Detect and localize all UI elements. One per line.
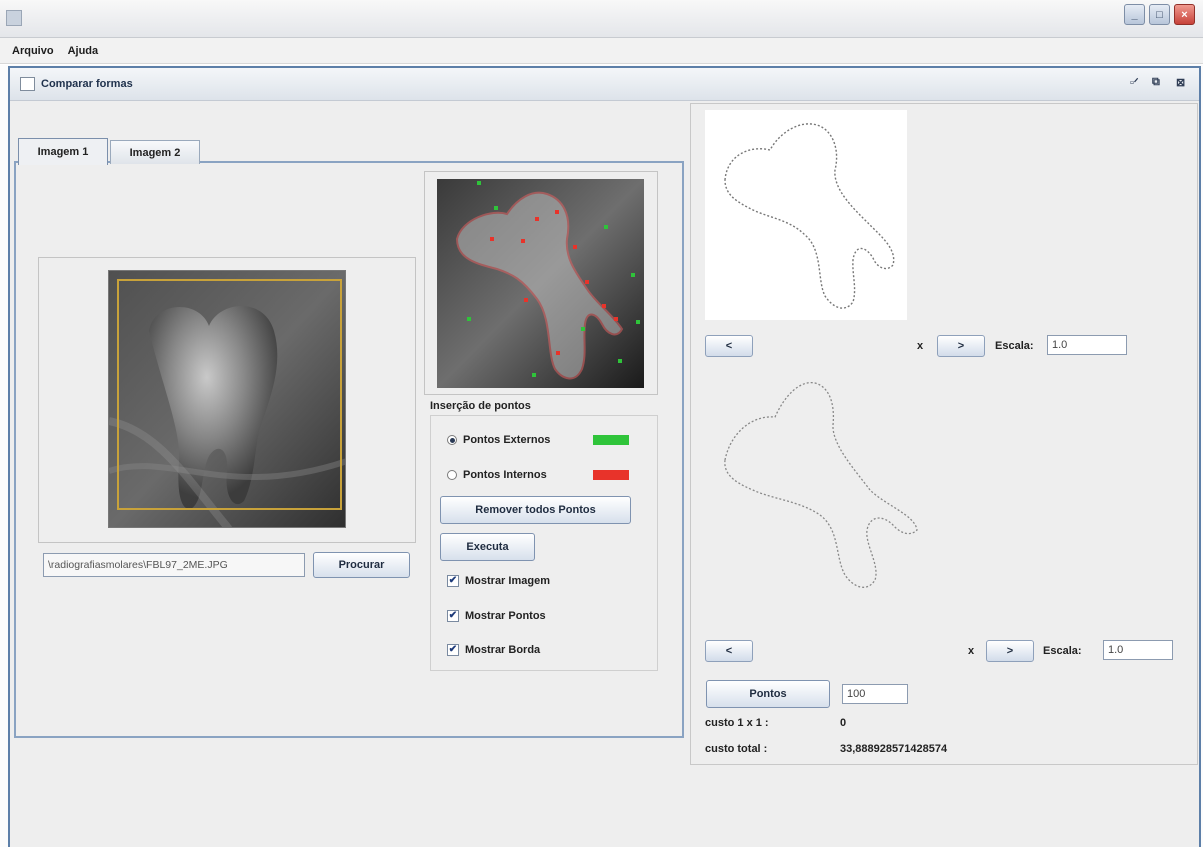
points-button[interactable]: Pontos <box>706 680 830 708</box>
menu-ajuda[interactable]: Ajuda <box>68 45 99 57</box>
maximize-icon: □ <box>1156 8 1163 21</box>
selection-rectangle[interactable] <box>117 279 342 510</box>
contour-preview-graphic <box>437 179 644 388</box>
shape-contour-bottom <box>724 382 918 588</box>
point-insertion-title: Inserção de pontos <box>430 400 531 412</box>
checkbox-label: Mostrar Imagem <box>465 575 550 587</box>
frame-maximize-icon[interactable]: ⧉ <box>1152 76 1160 89</box>
checkbox-show-border[interactable]: ✔ Mostrar Borda <box>447 644 540 656</box>
cost-1x1-label: custo 1 x 1 : <box>705 717 769 729</box>
checkbox-show-image[interactable]: ✔ Mostrar Imagem <box>447 575 550 587</box>
scale-label-bottom: Escala: <box>1043 645 1082 657</box>
tab-imagem-2[interactable]: Imagem 2 <box>110 140 200 164</box>
maximize-button[interactable]: □ <box>1149 4 1170 25</box>
file-path-field[interactable]: \radiografiasmolares\FBL97_2ME.JPG <box>43 553 305 577</box>
window-titlebar <box>0 0 1203 38</box>
internal-frame-title: Comparar formas <box>41 78 133 90</box>
scale-label-top: Escala: <box>995 340 1034 352</box>
radio-label: Pontos Internos <box>463 469 547 481</box>
scale-input-bottom[interactable]: 1.0 <box>1103 640 1173 660</box>
shape-canvas-top[interactable] <box>705 110 907 320</box>
next-button-bottom[interactable]: > <box>986 640 1034 662</box>
lower-empty-area <box>10 745 688 847</box>
scale-input-top[interactable]: 1.0 <box>1047 335 1127 355</box>
contour-preview[interactable] <box>437 179 644 388</box>
checkbox-box: ✔ <box>447 575 459 587</box>
external-color-swatch[interactable] <box>593 435 629 445</box>
frame-icon <box>20 77 35 91</box>
menu-arquivo[interactable]: Arquivo <box>12 45 54 57</box>
menubar: Arquivo Ajuda <box>0 38 1203 64</box>
tab-imagem-1[interactable]: Imagem 1 <box>18 138 108 165</box>
x-label-top: x <box>917 340 924 352</box>
cost-total-label: custo total : <box>705 743 768 755</box>
checkbox-box: ✔ <box>447 610 459 622</box>
prev-button-bottom[interactable]: < <box>705 640 753 662</box>
radio-internal-points[interactable]: Pontos Internos <box>447 469 547 481</box>
shape-contour-top <box>724 123 895 309</box>
radio-indicator <box>447 435 457 445</box>
shape-canvas-bottom[interactable] <box>705 365 935 605</box>
frame-iconify-icon[interactable]: ▫ᐟ <box>1130 76 1139 89</box>
minimize-icon: _ <box>1131 8 1138 21</box>
radio-indicator <box>447 470 457 480</box>
remove-all-points-button[interactable]: Remover todos Pontos <box>440 496 631 524</box>
prev-button-top[interactable]: < <box>705 335 753 357</box>
checkbox-show-points[interactable]: ✔ Mostrar Pontos <box>447 610 546 622</box>
internal-frame-titlebar <box>10 68 1199 101</box>
checkbox-label: Mostrar Pontos <box>465 610 546 622</box>
execute-button[interactable]: Executa <box>440 533 535 561</box>
checkbox-label: Mostrar Borda <box>465 644 541 656</box>
minimize-button[interactable]: _ <box>1124 4 1145 25</box>
close-button[interactable]: × <box>1174 4 1195 25</box>
internal-color-swatch[interactable] <box>593 470 629 480</box>
close-icon: × <box>1181 8 1188 21</box>
points-input[interactable]: 100 <box>842 684 908 704</box>
frame-close-icon[interactable]: ⊠ <box>1176 76 1185 89</box>
browse-button[interactable]: Procurar <box>313 552 410 578</box>
x-label-bottom: x <box>968 645 975 657</box>
cost-1x1-value: 0 <box>840 717 847 729</box>
cost-total-value: 33,888928571428574 <box>840 743 948 755</box>
app-icon <box>6 10 22 26</box>
checkbox-box: ✔ <box>447 644 459 656</box>
radio-label: Pontos Externos <box>463 434 551 446</box>
radio-external-points[interactable]: Pontos Externos <box>447 434 550 446</box>
next-button-top[interactable]: > <box>937 335 985 357</box>
